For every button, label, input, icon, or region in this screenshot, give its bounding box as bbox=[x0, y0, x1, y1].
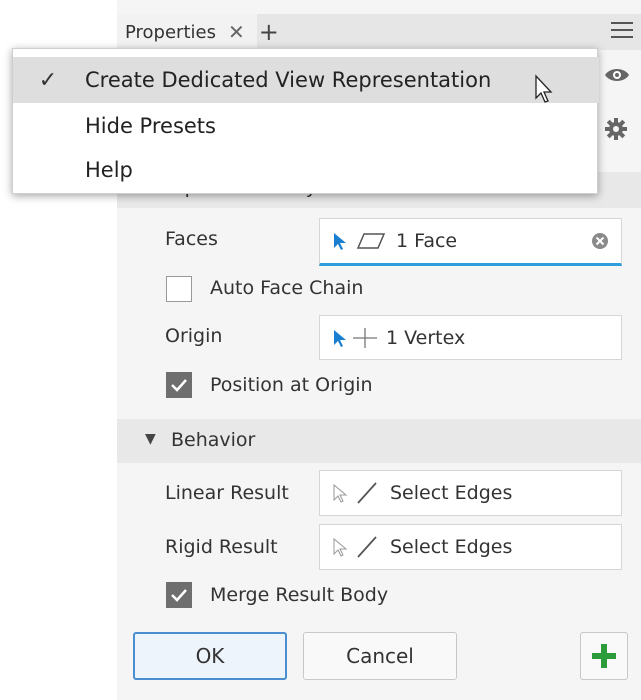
behavior-title: Behavior bbox=[171, 429, 256, 451]
faces-selector[interactable]: 1 Face bbox=[319, 218, 622, 266]
linear-result-value: Select Edges bbox=[390, 482, 513, 504]
linear-result-label: Linear Result bbox=[165, 482, 289, 504]
tab-title: Properties bbox=[125, 21, 216, 43]
ok-button[interactable]: OK bbox=[133, 632, 287, 680]
rigid-result-value: Select Edges bbox=[390, 536, 513, 558]
origin-selector[interactable]: 1 Vertex bbox=[319, 315, 622, 360]
tab-bar: Properties ✕ + bbox=[117, 14, 641, 50]
edge-icon bbox=[357, 482, 377, 504]
menu-item-help[interactable]: Help bbox=[13, 147, 599, 193]
add-tab-icon[interactable]: + bbox=[259, 20, 279, 44]
vertex-icon bbox=[353, 327, 377, 348]
checkmark-icon: ✓ bbox=[38, 67, 58, 93]
merge-result-body-checkbox[interactable] bbox=[166, 582, 192, 608]
collapse-triangle-icon: ▼ bbox=[145, 431, 156, 447]
linear-result-selector[interactable]: Select Edges bbox=[319, 470, 622, 516]
select-arrow-icon bbox=[334, 329, 346, 347]
behavior-header[interactable]: ▼ Behavior bbox=[117, 419, 641, 463]
apply-add-button[interactable] bbox=[580, 632, 628, 680]
origin-value: 1 Vertex bbox=[386, 326, 466, 349]
rigid-result-label: Rigid Result bbox=[165, 536, 278, 558]
position-at-origin-checkbox[interactable] bbox=[166, 372, 192, 398]
tab-properties[interactable]: Properties ✕ + bbox=[117, 14, 279, 50]
auto-face-chain-checkbox[interactable] bbox=[166, 276, 192, 302]
gear-icon[interactable] bbox=[605, 118, 627, 140]
faces-value: 1 Face bbox=[396, 230, 458, 252]
select-arrow-icon bbox=[333, 537, 348, 557]
menu-item-label: Help bbox=[85, 158, 133, 182]
origin-label: Origin bbox=[165, 325, 223, 347]
position-at-origin-label: Position at Origin bbox=[210, 374, 373, 396]
rigid-result-selector[interactable]: Select Edges bbox=[319, 524, 622, 570]
menu-item-hide-presets[interactable]: Hide Presets bbox=[13, 103, 599, 149]
check-icon bbox=[171, 589, 187, 602]
check-icon bbox=[171, 379, 187, 392]
menu-item-create-dedicated-view-representation[interactable]: ✓ Create Dedicated View Representation bbox=[13, 57, 599, 103]
edge-icon bbox=[357, 536, 377, 558]
menu-item-label: Create Dedicated View Representation bbox=[85, 68, 492, 92]
cancel-button[interactable]: Cancel bbox=[303, 632, 457, 680]
eye-icon[interactable] bbox=[604, 66, 630, 84]
menu-item-label: Hide Presets bbox=[85, 114, 216, 138]
select-arrow-icon bbox=[333, 483, 348, 503]
faces-label: Faces bbox=[165, 228, 218, 250]
clear-selection-icon[interactable] bbox=[591, 232, 609, 250]
plus-icon bbox=[592, 644, 616, 668]
mouse-cursor-icon bbox=[535, 74, 553, 103]
close-tab-icon[interactable]: ✕ bbox=[228, 20, 245, 44]
auto-face-chain-label: Auto Face Chain bbox=[210, 277, 364, 299]
face-icon bbox=[356, 233, 386, 249]
select-arrow-icon bbox=[334, 233, 346, 250]
hamburger-menu-icon[interactable] bbox=[611, 22, 633, 43]
merge-result-body-label: Merge Result Body bbox=[210, 584, 389, 606]
options-menu: ✓ Create Dedicated View Representation H… bbox=[12, 48, 599, 194]
